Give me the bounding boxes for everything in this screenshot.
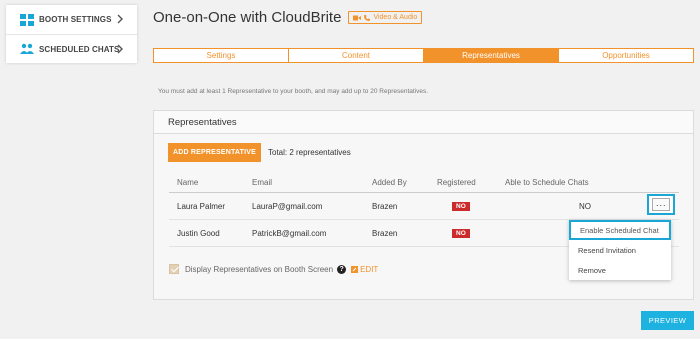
edit-label: EDIT bbox=[360, 264, 379, 274]
users-icon bbox=[20, 43, 34, 54]
tab-representatives[interactable]: Representatives bbox=[424, 49, 559, 62]
display-label: Display Representatives on Booth Screen bbox=[185, 264, 334, 274]
schedule-status: NO bbox=[579, 201, 591, 211]
rep-added-by: Brazen bbox=[372, 201, 398, 211]
info-text: You must add at least 1 Representative t… bbox=[158, 88, 429, 95]
panel-title: Representatives bbox=[154, 111, 693, 134]
more-actions-button[interactable]: ··· bbox=[647, 194, 675, 215]
total-count: Total: 2 representatives bbox=[268, 148, 351, 157]
badge-label: Video & Audio bbox=[373, 14, 418, 21]
table-row: Laura Palmer LauraP@gmail.com Brazen NO … bbox=[169, 193, 679, 220]
column-header-added-by: Added By bbox=[372, 178, 407, 187]
menu-item-enable-scheduled-chat[interactable]: Enable Scheduled Chat bbox=[569, 220, 671, 240]
registered-badge: NO bbox=[452, 229, 470, 238]
table-header: Name Email Added By Registered Able to S… bbox=[169, 173, 679, 193]
chevron-right-icon bbox=[117, 14, 123, 24]
column-header-registered: Registered bbox=[437, 178, 476, 187]
rep-email: LauraP@gmail.com bbox=[252, 201, 323, 211]
more-icon: ··· bbox=[652, 198, 670, 211]
rep-email: PatrickB@gmail.com bbox=[252, 228, 327, 238]
menu-item-remove[interactable]: Remove bbox=[569, 260, 671, 280]
rep-name: Laura Palmer bbox=[177, 201, 226, 211]
display-on-booth-row: Display Representatives on Booth Screen … bbox=[169, 264, 378, 274]
tab-content[interactable]: Content bbox=[289, 49, 424, 62]
help-icon[interactable]: ? bbox=[337, 264, 347, 274]
sidebar-item-label: SCHEDULED CHATS bbox=[39, 44, 120, 54]
column-header-name: Name bbox=[177, 178, 199, 187]
column-header-schedule: Able to Schedule Chats bbox=[505, 178, 589, 187]
add-row: ADD REPRESENTATIVE Total: 2 representati… bbox=[168, 143, 351, 162]
rep-added-by: Brazen bbox=[372, 228, 398, 238]
registered-badge: NO bbox=[452, 202, 470, 211]
video-camera-icon bbox=[353, 15, 362, 20]
edit-link[interactable]: EDIT bbox=[351, 265, 378, 274]
rep-name: Justin Good bbox=[177, 228, 220, 238]
display-checkbox[interactable] bbox=[169, 264, 179, 274]
column-header-email: Email bbox=[252, 178, 273, 187]
tab-settings[interactable]: Settings bbox=[154, 49, 289, 62]
phone-icon bbox=[364, 14, 371, 21]
actions-menu: Enable Scheduled Chat Resend Invitation … bbox=[569, 220, 671, 280]
booth-type-badge: Video & Audio bbox=[348, 11, 423, 24]
page-header: One-on-One with CloudBrite Video & Audio bbox=[153, 9, 423, 26]
sidebar-item-label: BOOTH SETTINGS bbox=[39, 15, 112, 24]
add-representative-button[interactable]: ADD REPRESENTATIVE bbox=[168, 143, 261, 162]
menu-item-resend-invitation[interactable]: Resend Invitation bbox=[569, 240, 671, 260]
booth-tabs: Settings Content Representatives Opportu… bbox=[153, 48, 694, 63]
tab-opportunities[interactable]: Opportunities bbox=[559, 49, 693, 62]
edit-icon bbox=[351, 265, 359, 273]
chevron-right-icon bbox=[117, 44, 123, 54]
grid-icon bbox=[20, 13, 34, 26]
preview-button[interactable]: PREVIEW bbox=[641, 311, 694, 330]
sidebar-card: BOOTH SETTINGS SCHEDULED CHATS bbox=[6, 5, 137, 63]
page-title: One-on-One with CloudBrite bbox=[153, 9, 342, 26]
sidebar-item-scheduled-chats[interactable]: SCHEDULED CHATS bbox=[6, 34, 137, 63]
sidebar-item-booth-settings[interactable]: BOOTH SETTINGS bbox=[6, 5, 137, 34]
